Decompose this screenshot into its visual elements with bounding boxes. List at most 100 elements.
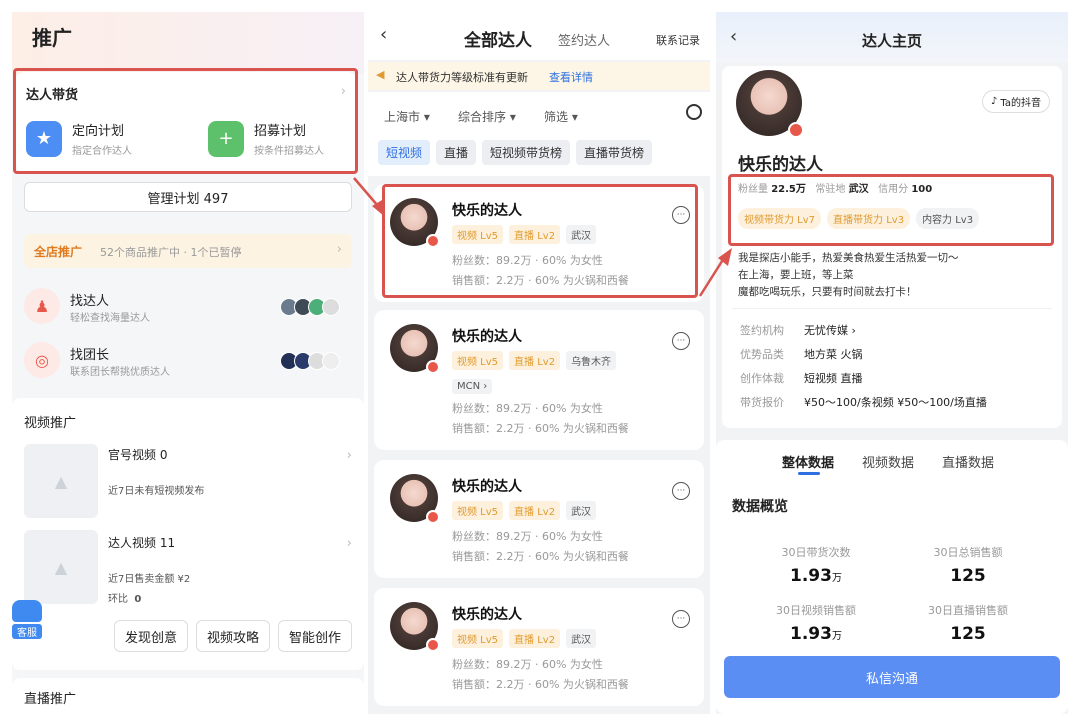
stat-value: 125: [950, 624, 986, 644]
profile-header: ‹ 达人主页: [716, 12, 1068, 62]
find-leader-row[interactable]: ◎ 找团长 联系团长帮挑优质达人: [24, 342, 354, 382]
fans-info: 粉丝数：89.2万 · 60% 为女性: [452, 254, 603, 267]
kol-name: 快乐的达人: [452, 607, 522, 623]
image-placeholder-icon: ▲: [24, 444, 98, 518]
tab-signed-kol[interactable]: 签约达人: [558, 30, 610, 49]
fans-info: 粉丝数：89.2万 · 60% 为女性: [452, 530, 603, 543]
live-level-tag: 直播 Lv2: [509, 501, 561, 520]
avatar: [390, 474, 440, 524]
content-level: 内容力 Lv3: [916, 208, 980, 229]
stat-value: 1.93万: [790, 566, 842, 586]
video-level-tag: 视频 Lv5: [452, 501, 504, 520]
customer-service-label: 客服: [12, 624, 42, 639]
tab-overall-data[interactable]: 整体数据: [782, 452, 834, 471]
list-item[interactable]: 快乐的达人 ··· 视频 Lv5 直播 Lv2 武汉 粉丝数：89.2万 · 60%…: [374, 460, 704, 578]
profile-card: ♪ Ta的抖音 快乐的达人 粉丝量 22.5万 常驻地 武汉 信用分 100 视…: [722, 66, 1062, 428]
kol-avatar-stack: [280, 298, 340, 316]
tab-live-data[interactable]: 直播数据: [942, 452, 994, 471]
mcn-tag[interactable]: MCN ›: [452, 379, 493, 394]
official-video-title[interactable]: 官号视频 0: [108, 446, 167, 463]
stat-label: 30日视频销售额: [776, 604, 856, 617]
sales-info: 销售额：2.2万 · 60% 为火锅和西餐: [452, 678, 629, 691]
contact-record-link[interactable]: 联系记录: [656, 32, 700, 48]
list-header: ‹ 全部达人 签约达人 联系记录: [368, 12, 710, 60]
find-leader-sub: 联系团长帮挑优质达人: [70, 367, 170, 378]
divider: [732, 308, 1052, 309]
profile-name: 快乐的达人: [738, 155, 823, 175]
live-promotion-card: 直播推广: [12, 678, 364, 714]
kol-video-title[interactable]: 达人视频 11: [108, 534, 175, 551]
manage-plan-button[interactable]: 管理计划 497: [24, 182, 352, 212]
discover-idea-button[interactable]: 发现创意: [114, 620, 188, 652]
sign-agency-row[interactable]: 签约机构 无忧传媒 ›: [740, 322, 856, 338]
douyin-button[interactable]: ♪ Ta的抖音: [981, 90, 1050, 113]
store-promotion-bar[interactable]: 全店推广 52个商品推广中 · 1个已暂停 ›: [24, 234, 352, 268]
more-filter[interactable]: 筛选 ▾: [544, 108, 578, 125]
kol-list-panel: ‹ 全部达人 签约达人 联系记录 ◀ 达人带货力等级标准有更新 查看详情 上海市…: [368, 12, 710, 714]
kol-profile-panel: ‹ 达人主页 ♪ Ta的抖音 快乐的达人 粉丝量 22.5万 常驻地 武汉 信用…: [716, 12, 1068, 714]
search-icon[interactable]: [686, 104, 702, 120]
avatar: [736, 70, 804, 138]
customer-service-button[interactable]: 客服: [12, 600, 46, 640]
tab-live[interactable]: 直播: [436, 140, 477, 165]
tab-video-rank[interactable]: 短视频带货榜: [482, 140, 571, 165]
stat-label: 30日带货次数: [781, 546, 851, 559]
recruit-plan[interactable]: + 招募计划 按条件招募达人: [208, 120, 324, 157]
smart-create-button[interactable]: 智能创作: [278, 620, 352, 652]
tab-short-video[interactable]: 短视频: [378, 140, 431, 165]
page-title: 推广: [32, 26, 72, 50]
kol-name: 快乐的达人: [452, 203, 522, 219]
sales-info: 销售额：2.2万 · 60% 为火锅和西餐: [452, 550, 629, 563]
chat-icon[interactable]: ···: [672, 206, 690, 224]
notice-bar: ◀ 达人带货力等级标准有更新 查看详情: [368, 62, 710, 90]
video-selling-level: 视频带货力 Lv7: [738, 208, 822, 229]
overview-title: 数据概览: [732, 499, 788, 515]
stat-label: 30日总销售额: [933, 546, 1003, 559]
recruit-plan-sub: 按条件招募达人: [254, 146, 324, 157]
video-guide-button[interactable]: 视频攻略: [196, 620, 270, 652]
video-level-tag: 视频 Lv5: [452, 225, 504, 244]
kol-video-ratio: 环比 0: [108, 594, 142, 605]
recruit-plan-title: 招募计划: [254, 124, 307, 139]
speaker-icon: ◀: [376, 68, 385, 81]
chevron-right-icon[interactable]: ›: [341, 84, 346, 99]
group-leader-icon: ◎: [24, 342, 60, 378]
stat-value: 1.93万: [790, 624, 842, 644]
city-filter[interactable]: 上海市 ▾: [384, 108, 430, 125]
city-tag: 乌鲁木齐: [566, 351, 617, 370]
list-item[interactable]: 快乐的达人 ··· 视频 Lv5 直播 Lv2 武汉 粉丝数：89.2万 · 60%…: [374, 588, 704, 706]
chat-icon[interactable]: ···: [672, 332, 690, 350]
live-level-tag: 直播 Lv2: [509, 225, 561, 244]
avatar: [390, 198, 440, 248]
tab-video-data[interactable]: 视频数据: [862, 452, 914, 471]
private-message-button[interactable]: 私信沟通: [724, 656, 1060, 698]
avatar: [390, 602, 440, 652]
arrow-icon: [698, 248, 732, 297]
list-item[interactable]: 快乐的达人 ··· 视频 Lv5 直播 Lv2 乌鲁木齐 MCN › 粉丝数：89.…: [374, 310, 704, 450]
list-item[interactable]: 快乐的达人 ··· 视频 Lv5 直播 Lv2 武汉 粉丝数：89.2万 · 60%…: [374, 184, 704, 302]
live-level-tag: 直播 Lv2: [509, 629, 561, 648]
profile-bio: 我是探店小能手，热爱美食热爱生活热爱一切～ 在上海，要上班，等上菜 魔都吃喝玩乐，只…: [738, 252, 959, 298]
chat-icon[interactable]: ···: [672, 610, 690, 628]
store-promotion-title: 全店推广: [34, 245, 83, 259]
category-row: 优势品类 地方菜 火锅: [740, 348, 863, 361]
chevron-right-icon[interactable]: ›: [347, 448, 352, 463]
fans-info: 粉丝数：89.2万 · 60% 为女性: [452, 658, 603, 671]
sales-info: 销售额：2.2万 · 60% 为火锅和西餐: [452, 422, 629, 435]
back-icon[interactable]: ‹: [380, 24, 387, 45]
sort-filter[interactable]: 综合排序 ▾: [458, 108, 516, 125]
notice-detail-link[interactable]: 查看详情: [549, 69, 593, 85]
chevron-right-icon: ›: [336, 242, 342, 257]
tab-live-rank[interactable]: 直播带货榜: [576, 140, 653, 165]
tab-all-kol[interactable]: 全部达人: [464, 26, 532, 51]
targeted-plan[interactable]: ★ 定向计划 指定合作达人: [26, 120, 132, 157]
live-section-title: 直播推广: [24, 692, 77, 707]
stat-value: 125: [950, 566, 986, 586]
find-kol-row[interactable]: ♟ 找达人 轻松查找海量达人: [24, 288, 354, 328]
chat-icon[interactable]: ···: [672, 482, 690, 500]
chevron-right-icon[interactable]: ›: [347, 536, 352, 551]
level-tags: 视频带货力 Lv7 直播带货力 Lv3 内容力 Lv3: [738, 208, 985, 229]
find-leader-title: 找团长: [70, 348, 110, 363]
kol-name: 快乐的达人: [452, 479, 522, 495]
city-tag: 武汉: [566, 225, 597, 244]
